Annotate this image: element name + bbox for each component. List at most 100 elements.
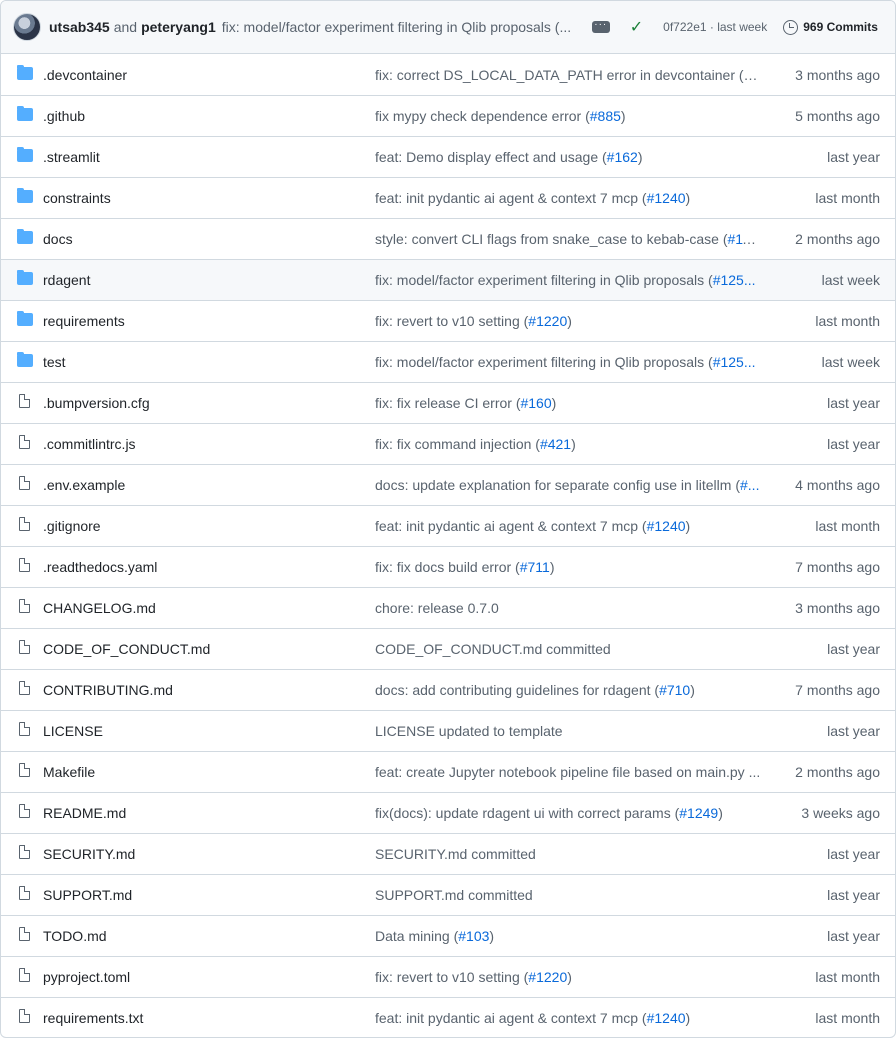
commit-message-link[interactable]: feat: Demo display effect and usage (#16…	[375, 149, 761, 165]
commit-time[interactable]: 2 months ago	[795, 764, 880, 780]
file-name-link[interactable]: constraints	[43, 190, 111, 206]
file-row[interactable]: CHANGELOG.md chore: release 0.7.0 3 months…	[1, 588, 895, 629]
file-row[interactable]: requirements fix: revert to v10 setting (…	[1, 301, 895, 342]
file-name-link[interactable]: README.md	[43, 805, 126, 821]
file-row[interactable]: rdagent fix: model/factor experiment filt…	[1, 260, 895, 301]
pr-link[interactable]: #421	[540, 436, 571, 452]
commit-message-link[interactable]: fix mypy check dependence error (#885)	[375, 108, 761, 124]
pr-link[interactable]: #...	[740, 477, 759, 493]
file-name-link[interactable]: requirements	[43, 313, 125, 329]
commit-message-link[interactable]: Data mining (#103)	[375, 928, 761, 944]
pr-link[interactable]: #125...	[713, 272, 756, 288]
file-row[interactable]: constraints feat: init pydantic ai agent …	[1, 178, 895, 219]
commit-message-link[interactable]: CODE_OF_CONDUCT.md committed	[375, 641, 761, 657]
file-name-link[interactable]: pyproject.toml	[43, 969, 130, 985]
commit-time[interactable]: last year	[827, 887, 880, 903]
file-row[interactable]: requirements.txt feat: init pydantic ai a…	[1, 998, 895, 1037]
commit-message-link[interactable]: style: convert CLI flags from snake_case…	[375, 231, 761, 247]
pr-link[interactable]: #1220	[528, 969, 567, 985]
pr-link[interactable]: #1220	[528, 313, 567, 329]
file-row[interactable]: .env.example docs: update explanation for…	[1, 465, 895, 506]
commit-time[interactable]: last month	[815, 313, 880, 329]
commit-time[interactable]: last month	[815, 518, 880, 534]
file-name-link[interactable]: .github	[43, 108, 85, 124]
commit-message-link[interactable]: fix: revert to v10 setting (#1220)	[375, 969, 761, 985]
pr-link[interactable]: #1249	[679, 805, 718, 821]
commits-link[interactable]: 969 Commits	[783, 19, 878, 35]
file-row[interactable]: .gitignore feat: init pydantic ai agent &…	[1, 506, 895, 547]
file-row[interactable]: .commitlintrc.js fix: fix command injecti…	[1, 424, 895, 465]
commit-author-2[interactable]: peteryang1	[141, 19, 216, 35]
pr-link[interactable]: #710	[659, 682, 690, 698]
pr-link[interactable]: #1240	[647, 518, 686, 534]
pr-link[interactable]: #1240	[647, 190, 686, 206]
file-name-link[interactable]: rdagent	[43, 272, 90, 288]
file-row[interactable]: CODE_OF_CONDUCT.md CODE_OF_CONDUCT.md com…	[1, 629, 895, 670]
file-row[interactable]: CONTRIBUTING.md docs: add contributing gu…	[1, 670, 895, 711]
avatar[interactable]	[13, 13, 41, 41]
latest-commit-message[interactable]: fix: model/factor experiment filtering i…	[222, 19, 578, 35]
commit-message-link[interactable]: fix: model/factor experiment filtering i…	[375, 272, 761, 288]
file-name-link[interactable]: Makefile	[43, 764, 95, 780]
commit-time[interactable]: 7 months ago	[795, 682, 880, 698]
file-row[interactable]: docs style: convert CLI flags from snake_…	[1, 219, 895, 260]
file-name-link[interactable]: LICENSE	[43, 723, 103, 739]
commit-time[interactable]: 2 months ago	[795, 231, 880, 247]
commit-message-link[interactable]: feat: init pydantic ai agent & context 7…	[375, 1010, 761, 1026]
file-name-link[interactable]: .devcontainer	[43, 67, 127, 83]
file-name-link[interactable]: CONTRIBUTING.md	[43, 682, 173, 698]
expand-commit-message-icon[interactable]: ···	[591, 20, 610, 33]
file-row[interactable]: test fix: model/factor experiment filteri…	[1, 342, 895, 383]
file-name-link[interactable]: .gitignore	[43, 518, 101, 534]
check-icon[interactable]: ✓	[630, 17, 643, 37]
commit-time[interactable]: 4 months ago	[795, 477, 880, 493]
commit-message-link[interactable]: SECURITY.md committed	[375, 846, 761, 862]
commit-message-link[interactable]: feat: create Jupyter notebook pipeline f…	[375, 764, 761, 780]
commit-time[interactable]: last week	[822, 272, 880, 288]
file-row[interactable]: pyproject.toml fix: revert to v10 setting…	[1, 957, 895, 998]
file-name-link[interactable]: .streamlit	[43, 149, 100, 165]
commit-time[interactable]: 7 months ago	[795, 559, 880, 575]
commit-time[interactable]: last year	[827, 149, 880, 165]
file-row[interactable]: .github fix mypy check dependence error (…	[1, 96, 895, 137]
file-name-link[interactable]: SUPPORT.md	[43, 887, 132, 903]
file-row[interactable]: Makefile feat: create Jupyter notebook pi…	[1, 752, 895, 793]
commit-message-link[interactable]: LICENSE updated to template	[375, 723, 761, 739]
commit-time[interactable]: last year	[827, 436, 880, 452]
commit-message-link[interactable]: feat: init pydantic ai agent & context 7…	[375, 518, 761, 534]
commit-time[interactable]: 3 months ago	[795, 67, 880, 83]
file-name-link[interactable]: SECURITY.md	[43, 846, 135, 862]
commit-time[interactable]: last year	[827, 928, 880, 944]
commit-time[interactable]: last year	[827, 846, 880, 862]
commit-message-link[interactable]: fix(docs): update rdagent ui with correc…	[375, 805, 761, 821]
file-name-link[interactable]: test	[43, 354, 66, 370]
commit-message-link[interactable]: chore: release 0.7.0	[375, 600, 761, 616]
pr-link[interactable]: #160	[520, 395, 551, 411]
commit-message-link[interactable]: fix: model/factor experiment filtering i…	[375, 354, 761, 370]
file-name-link[interactable]: CHANGELOG.md	[43, 600, 156, 616]
commit-message-link[interactable]: feat: init pydantic ai agent & context 7…	[375, 190, 761, 206]
file-name-link[interactable]: .readthedocs.yaml	[43, 559, 157, 575]
pr-link[interactable]: #162	[607, 149, 638, 165]
commit-message-link[interactable]: fix: fix command injection (#421)	[375, 436, 761, 452]
pr-link[interactable]: #103	[458, 928, 489, 944]
file-row[interactable]: .readthedocs.yaml fix: fix docs build err…	[1, 547, 895, 588]
commit-message-link[interactable]: fix: fix release CI error (#160)	[375, 395, 761, 411]
file-row[interactable]: README.md fix(docs): update rdagent ui wi…	[1, 793, 895, 834]
file-row[interactable]: .streamlit feat: Demo display effect and …	[1, 137, 895, 178]
file-name-link[interactable]: .commitlintrc.js	[43, 436, 136, 452]
commit-message-link[interactable]: fix: correct DS_LOCAL_DATA_PATH error in…	[375, 67, 761, 83]
commit-time[interactable]: last year	[827, 723, 880, 739]
commit-time[interactable]: 5 months ago	[795, 108, 880, 124]
commit-time[interactable]: last year	[827, 395, 880, 411]
commit-time[interactable]: 3 months ago	[795, 600, 880, 616]
pr-link[interactable]: #1198	[728, 231, 762, 247]
file-row[interactable]: LICENSE LICENSE updated to template last y…	[1, 711, 895, 752]
commit-time[interactable]: last month	[815, 969, 880, 985]
file-name-link[interactable]: .bumpversion.cfg	[43, 395, 150, 411]
commit-message-link[interactable]: fix: revert to v10 setting (#1220)	[375, 313, 761, 329]
file-row[interactable]: TODO.md Data mining (#103) last year	[1, 916, 895, 957]
commit-time[interactable]: last year	[827, 641, 880, 657]
file-row[interactable]: SUPPORT.md SUPPORT.md committed last year	[1, 875, 895, 916]
pr-link[interactable]: #1240	[647, 1010, 686, 1026]
